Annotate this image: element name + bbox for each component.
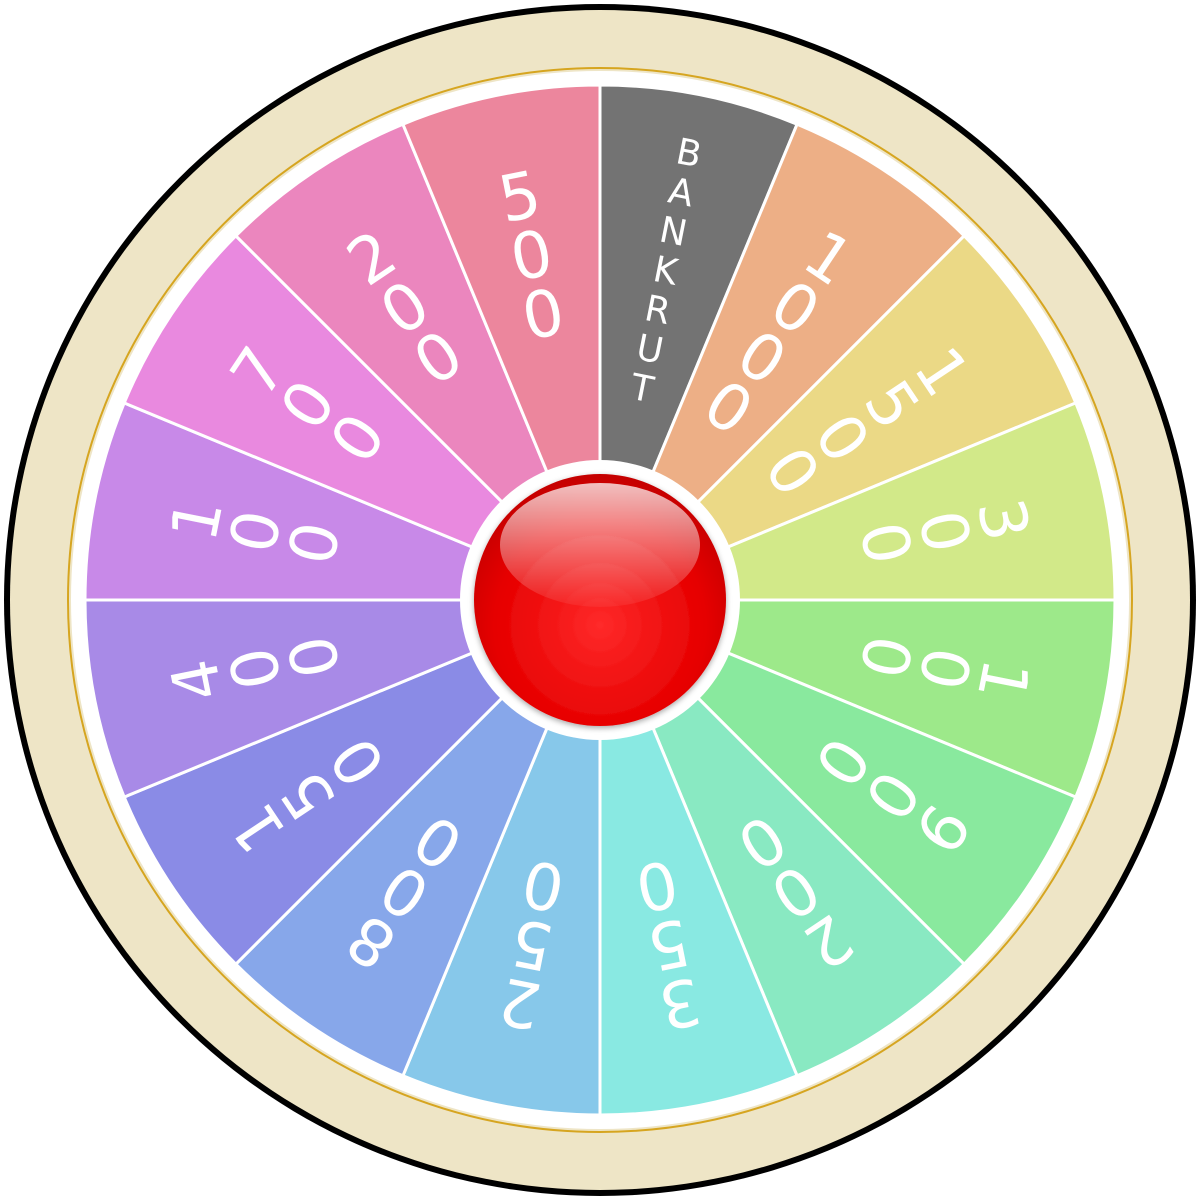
wheel: BANKRUT1000 15003001009002003502508001504…	[4, 4, 1196, 1196]
spin-button[interactable]	[460, 460, 740, 740]
spin-button-highlight	[500, 483, 700, 607]
